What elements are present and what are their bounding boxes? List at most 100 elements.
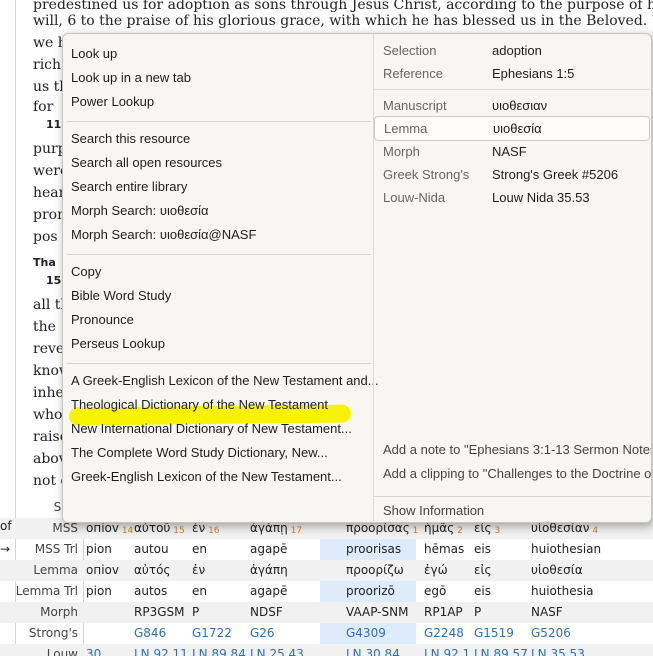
interlinear-cell[interactable]: 30: [86, 647, 101, 656]
show-information-button[interactable]: Show Information: [383, 503, 651, 518]
interlinear-cell: pion: [86, 542, 112, 556]
interlinear-cell: εἰς 3: [474, 521, 501, 536]
add-clipping-action[interactable]: Add a clipping to "Challenges to the Doc…: [383, 466, 651, 481]
info-value: υιοθεσιαν: [492, 98, 548, 113]
selection-info-panel: Selection adoption Reference Ephesians 1…: [374, 34, 652, 522]
menu-item-look-up[interactable]: Look up: [71, 44, 117, 64]
interlinear-row: MSS Trl pion autou en agapē proorisas hēmas eis…: [0, 539, 653, 560]
info-row-louw-nida[interactable]: Louw-Nida Louw Nida 35.53: [374, 186, 652, 209]
interlinear-cell: ἐγώ: [424, 563, 448, 577]
info-row-reference: Reference Ephesians 1:5: [374, 62, 652, 85]
interlinear-cell: agapē: [250, 542, 288, 556]
interlinear-cell: hēmas: [424, 542, 465, 556]
info-value: Strong's Greek #5206: [492, 167, 619, 182]
menu-item-pronounce[interactable]: Pronounce: [71, 310, 134, 330]
interlinear-cell: NDSF: [250, 605, 283, 619]
interlinear-cell[interactable]: G4309: [346, 626, 386, 640]
interlinear-cell: RP1AP: [424, 605, 463, 619]
interlinear-cell: P: [192, 605, 200, 619]
info-row-manuscript[interactable]: Manuscript υιοθεσιαν: [374, 94, 652, 117]
interlinear-row-label[interactable]: Strong's: [0, 626, 78, 640]
menu-item-greek-english-lexicon-of-the-new-testament[interactable]: Greek-English Lexicon of the New Testame…: [71, 467, 342, 487]
menu-item-copy[interactable]: Copy: [71, 262, 101, 282]
interlinear-cell[interactable]: LN 25.43: [250, 647, 304, 656]
interlinear-row-label[interactable]: Lemma: [0, 563, 78, 577]
info-key: Louw-Nida: [383, 190, 446, 205]
reader-line: will, 6 to the praise of his glorious gr…: [33, 13, 653, 29]
menu-item-theological-dictionary-of-the-new-testament[interactable]: Theological Dictionary of the New Testam…: [71, 395, 328, 415]
menu-item-the-complete-word-study-dictionary-new[interactable]: The Complete Word Study Dictionary, New.…: [71, 443, 328, 463]
interlinear-row-label[interactable]: MSS Trl: [0, 542, 78, 556]
interlinear-cell[interactable]: LN 30.84: [346, 647, 400, 656]
interlinear-cell: NASF: [531, 605, 563, 619]
menu-separator: [67, 121, 371, 122]
info-value: υιοθεσία: [493, 121, 542, 136]
interlinear-row: Louw 30 LN 92.11 LN 89.84 LN 25.43 LN 30.84 LN…: [0, 644, 653, 656]
interlinear-cell[interactable]: LN 89.84: [192, 647, 246, 656]
interlinear-cell: RP3GSM: [134, 605, 185, 619]
info-row-lemma[interactable]: Lemma υιοθεσία: [374, 116, 650, 141]
menu-item-search-this-resource[interactable]: Search this resource: [71, 129, 190, 149]
interlinear-cell[interactable]: G5206: [531, 626, 571, 640]
info-value: Louw Nida 35.53: [492, 190, 590, 205]
interlinear-cell: αὐτός: [134, 563, 171, 577]
interlinear-cell: опіоv: [86, 563, 119, 577]
menu-separator: [67, 363, 371, 364]
menu-item-search-entire-library[interactable]: Search entire library: [71, 177, 187, 197]
interlinear-cell: autos: [134, 584, 168, 598]
menu-item-power-lookup[interactable]: Power Lookup: [71, 92, 154, 112]
arrow-icon: →: [0, 542, 11, 556]
interlinear-cell: agapē: [250, 584, 288, 598]
interlinear-cell[interactable]: G26: [250, 626, 275, 640]
interlinear-cell[interactable]: LN 89.57: [474, 647, 528, 656]
menu-item-look-up-in-a-new-tab[interactable]: Look up in a new tab: [71, 68, 191, 88]
interlinear-row-label[interactable]: Morph: [0, 605, 78, 619]
menu-item-bible-word-study[interactable]: Bible Word Study: [71, 286, 171, 306]
menu-item-search-all-open-resources[interactable]: Search all open resources: [71, 153, 222, 173]
interlinear-cell: υἱοθεσίαν 4: [531, 521, 599, 536]
interlinear-cell[interactable]: LN 92.11: [134, 647, 188, 656]
info-row-morph[interactable]: Morph NASF: [374, 140, 652, 163]
interlinear-cell: ἀγάπη: [250, 563, 288, 577]
interlinear-cell[interactable]: G2248: [424, 626, 464, 640]
info-value: NASF: [492, 144, 527, 159]
reader-line: pos: [33, 229, 58, 245]
interlinear-row-label[interactable]: Louw: [0, 647, 78, 656]
interlinear-cell: VAAP-SNM: [346, 605, 409, 619]
word-index: 3: [491, 526, 501, 536]
context-menu: Look up Look up in a new tab Power Lookup S…: [63, 34, 379, 522]
menu-item-new-international-dictionary-of-new-testament[interactable]: New International Dictionary of New Test…: [71, 419, 352, 439]
interlinear-cell: pion: [86, 584, 112, 598]
interlinear-cell[interactable]: G1722: [192, 626, 232, 640]
interlinear-cell: υἱοθεσία: [531, 563, 583, 577]
interlinear-cell: P: [474, 605, 482, 619]
info-value: Ephesians 1:5: [492, 66, 575, 81]
interlinear-cell[interactable]: LN 92.1: [424, 647, 470, 656]
interlinear-cell[interactable]: LN 35.53: [531, 647, 585, 656]
reader-line: the: [33, 319, 56, 335]
interlinear-row-label[interactable]: Lemma Trl: [0, 584, 78, 598]
interlinear-cell: ἡμᾶς 2: [424, 521, 463, 536]
interlinear-cell: autou: [134, 542, 169, 556]
show-information-bar: Show Information: [374, 496, 652, 522]
interlinear-cell[interactable]: G1519: [474, 626, 514, 640]
menu-item-perseus-lookup[interactable]: Perseus Lookup: [71, 334, 165, 354]
interlinear-cell: huiothesia: [531, 584, 594, 598]
verse-number: 11: [46, 118, 62, 131]
interlinear-cell: προορίζω: [346, 563, 404, 577]
interlinear-row: Lemma опіоv αὐτός ἐν ἀγάπη προορίζω ἐγώ εἰς υἱοθ…: [0, 560, 653, 581]
menu-item-morph-search-nasf[interactable]: Morph Search: υιοθεσία@NASF: [71, 225, 256, 245]
word-index: 14: [118, 526, 134, 536]
info-key: Morph: [383, 144, 420, 159]
menu-item-morph-search[interactable]: Morph Search: υιοθεσία: [71, 201, 209, 221]
add-note-action[interactable]: Add a note to "Ephesians 3:1-13 Sermon N…: [383, 442, 651, 457]
interlinear-cell: αὐτοῦ 15: [134, 521, 185, 536]
interlinear-cell: huiothesian: [531, 542, 602, 556]
interlinear-cell[interactable]: G846: [134, 626, 166, 640]
interlinear-cell: προορίσας 1: [346, 521, 419, 536]
info-row-strongs[interactable]: Greek Strong's Strong's Greek #5206: [374, 163, 652, 186]
menu-item-a-greek-english-lexicon-of-the-new-testament-and[interactable]: A Greek-English Lexicon of the New Testa…: [71, 371, 379, 391]
reader-line: inhe: [33, 385, 64, 401]
interlinear-cell: ἐν: [192, 563, 206, 577]
interlinear-cell: proorizō: [346, 584, 395, 598]
